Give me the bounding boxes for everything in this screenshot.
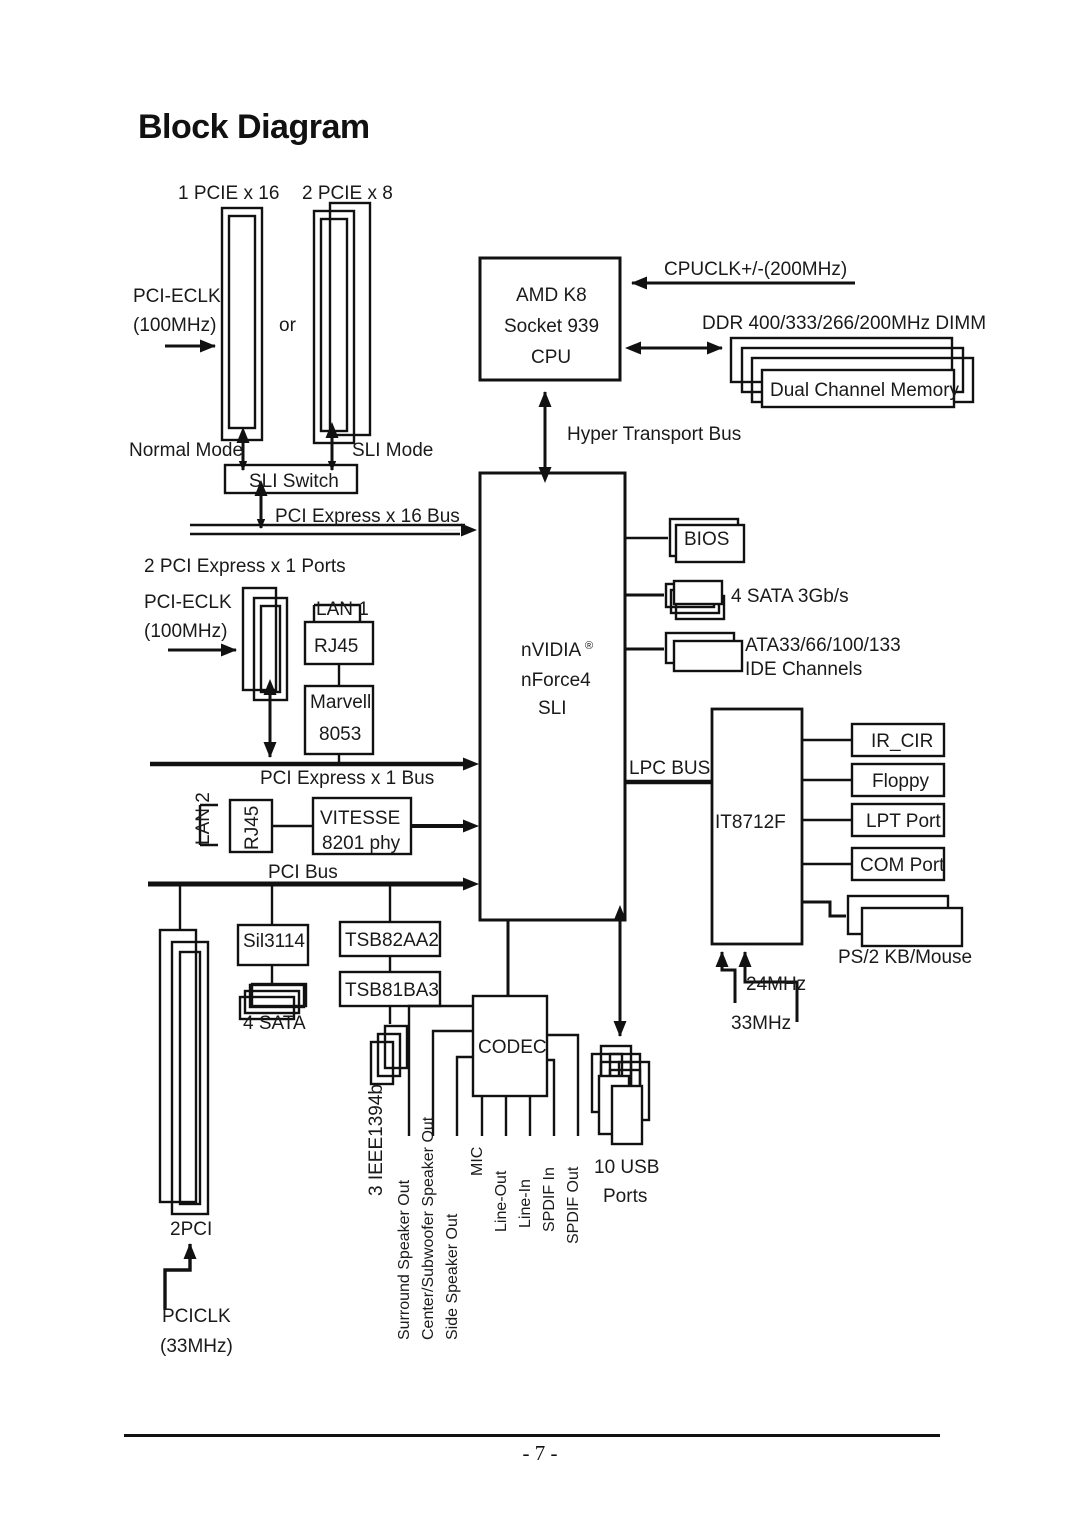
tsb82aa2-label: TSB82AA2: [345, 930, 439, 951]
ps2-label: PS/2 KB/Mouse: [838, 947, 972, 968]
pcie-x1-slots: [241, 586, 289, 702]
ir-cir-label: IR_CIR: [871, 731, 933, 752]
pci-eclk-2-freq: (100MHz): [144, 621, 227, 642]
dual-channel-memory-label: Dual Channel Memory: [770, 380, 960, 401]
vitesse-label-line2: 8201 phy: [322, 833, 401, 854]
audio-jack-label-3: MIC: [469, 1147, 486, 1176]
pcie-x16-label: 1 PCIE x 16: [178, 183, 279, 204]
usb-label-line2: Ports: [603, 1186, 647, 1207]
pcie-x16-slot: [220, 206, 264, 442]
ide-label-line1: ATA33/66/100/133: [745, 635, 901, 656]
audio-jack-label-4: Line-Out: [493, 1170, 510, 1232]
sata-3gbs-label: 4 SATA 3Gb/s: [731, 586, 849, 607]
com-port-label: COM Port: [860, 855, 945, 876]
cpu-line1: AMD K8: [516, 285, 587, 306]
lpt-port-label: LPT Port: [866, 811, 941, 832]
page-number: - 7 -: [522, 1441, 558, 1465]
audio-jack-label-7: SPDIF Out: [565, 1166, 582, 1244]
sli-switch-label: SLI Switch: [249, 471, 339, 492]
usb-stack: [590, 1044, 651, 1146]
sli-mode-label: SLI Mode: [352, 440, 433, 461]
clk-24mhz-label: 24MHz: [746, 974, 806, 995]
audio-jack-label-2: Side Speaker Out: [444, 1213, 461, 1340]
ps2-stack: [846, 894, 964, 948]
audio-jack-label-1: Center/Subwoofer Speaker Out: [420, 1116, 437, 1340]
ide-stack: [664, 631, 744, 673]
pci-bus-label: PCI Bus: [268, 862, 338, 883]
usb-label-line1: 10 USB: [594, 1157, 659, 1178]
ieee1394b-label: 3 IEEE1394b: [366, 1084, 387, 1196]
sata-3gbs-stack: [664, 579, 726, 621]
chipset-line1: nVIDIA: [521, 640, 582, 661]
page-canvas: Block Diagram 1 PCIE x 16 2 PCIE x 8 PCI…: [0, 0, 1080, 1532]
pci-slots: [158, 928, 210, 1216]
lan1-rj45-label: RJ45: [314, 636, 358, 657]
cpuclk-label: CPUCLK+/-(200MHz): [664, 259, 847, 280]
pciclk-freq-label: (33MHz): [160, 1336, 233, 1357]
chipset-line3: SLI: [538, 698, 567, 719]
bios-label: BIOS: [684, 529, 729, 550]
registered-mark-icon: ®: [585, 640, 593, 652]
pcie-x8-label: 2 PCIE x 8: [302, 183, 393, 204]
clk-33mhz-arrow: [715, 951, 737, 1003]
cpu-line3: CPU: [531, 347, 571, 368]
tsb81ba3-label: TSB81BA3: [345, 980, 439, 1001]
pci-eclk-1-label: PCI-ECLK: [133, 286, 221, 307]
marvell-label-line1: Marvell: [310, 692, 371, 713]
or-label: or: [279, 315, 297, 336]
cpu-line2: Socket 939: [504, 316, 599, 337]
pcie-x1-ports-label: 2 PCI Express x 1 Ports: [144, 556, 346, 577]
lan2-label: LAN 2: [193, 792, 214, 845]
pci-eclk-2-label: PCI-ECLK: [144, 592, 232, 613]
audio-jack-label-5: Line-In: [517, 1179, 534, 1228]
nforce4-box: [478, 471, 627, 922]
block-diagram: 1 PCIE x 16 2 PCIE x 8 PCI-ECLK (100MHz)…: [129, 183, 986, 1357]
lan1-label: LAN 1: [316, 599, 369, 620]
sil3114-label: Sil3114: [243, 931, 305, 952]
pcie-x1-bus-label: PCI Express x 1 Bus: [260, 768, 434, 789]
lpc-bus-label: LPC BUS: [629, 758, 710, 779]
lan2-rj45-label: RJ45: [242, 806, 263, 850]
it8712f-label: IT8712F: [715, 812, 786, 833]
marvell-label-line2: 8053: [319, 724, 361, 745]
codec-label: CODEC: [478, 1037, 547, 1058]
normal-mode-label: Normal Mode: [129, 440, 243, 461]
floppy-label: Floppy: [872, 771, 930, 792]
pciclk-arrow: [163, 1243, 197, 1310]
hyper-transport-label: Hyper Transport Bus: [567, 424, 741, 445]
clk-33mhz-label: 33MHz: [731, 1013, 791, 1034]
audio-jack-label-0: Surround Speaker Out: [396, 1179, 413, 1340]
pcie-x8-slots: [312, 201, 372, 445]
ieee1394b-stack: [369, 1024, 409, 1086]
pci-slots-label: 2PCI: [170, 1219, 212, 1240]
ddr-dimm-label: DDR 400/333/266/200MHz DIMM: [702, 313, 986, 334]
chipset-line2: nForce4: [521, 670, 591, 691]
vitesse-label-line1: VITESSE: [320, 808, 400, 829]
pci-eclk-1-freq: (100MHz): [133, 315, 216, 336]
pciclk-label: PCICLK: [162, 1306, 231, 1327]
ide-label-line2: IDE Channels: [745, 659, 862, 680]
sata-4-label: 4 SATA: [243, 1013, 306, 1034]
footer-divider: [124, 1434, 940, 1437]
audio-jack-label-6: SPDIF In: [541, 1167, 558, 1232]
pcie-x16-bus-label: PCI Express x 16 Bus: [275, 506, 460, 527]
